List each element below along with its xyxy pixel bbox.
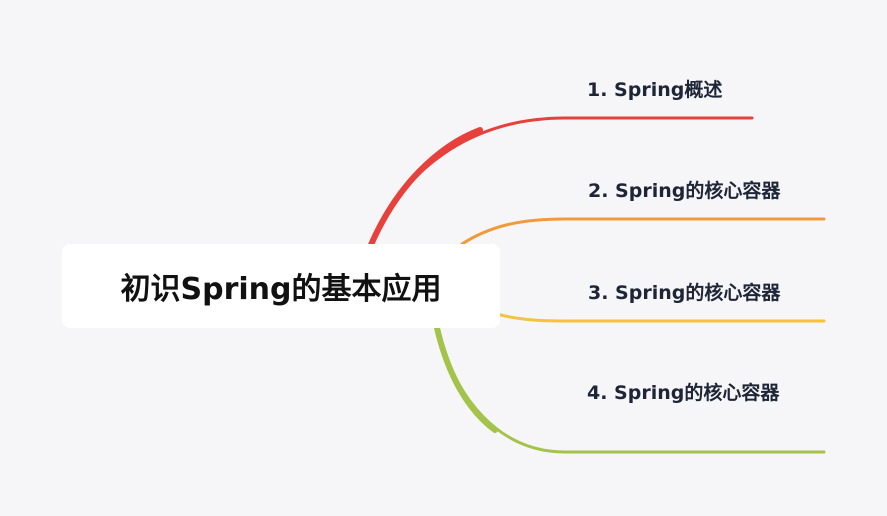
branch-3-connector bbox=[495, 312, 826, 323]
root-topic-label: 初识Spring的基本应用 bbox=[120, 272, 442, 307]
topic-3-label[interactable]: 3. Spring的核心容器 bbox=[588, 281, 780, 305]
branch-1-taper bbox=[365, 127, 483, 255]
branch-2-connector bbox=[460, 217, 826, 246]
branch-4-taper bbox=[434, 325, 498, 433]
mindmap-canvas: 初识Spring的基本应用 1. Spring概述 2. Spring的核心容器… bbox=[0, 0, 887, 516]
topic-4-label[interactable]: 4. Spring的核心容器 bbox=[587, 381, 779, 405]
root-topic-node[interactable]: 初识Spring的基本应用 bbox=[62, 244, 500, 328]
topic-2-label[interactable]: 2. Spring的核心容器 bbox=[588, 179, 780, 203]
topic-1-label[interactable]: 1. Spring概述 bbox=[587, 78, 722, 102]
